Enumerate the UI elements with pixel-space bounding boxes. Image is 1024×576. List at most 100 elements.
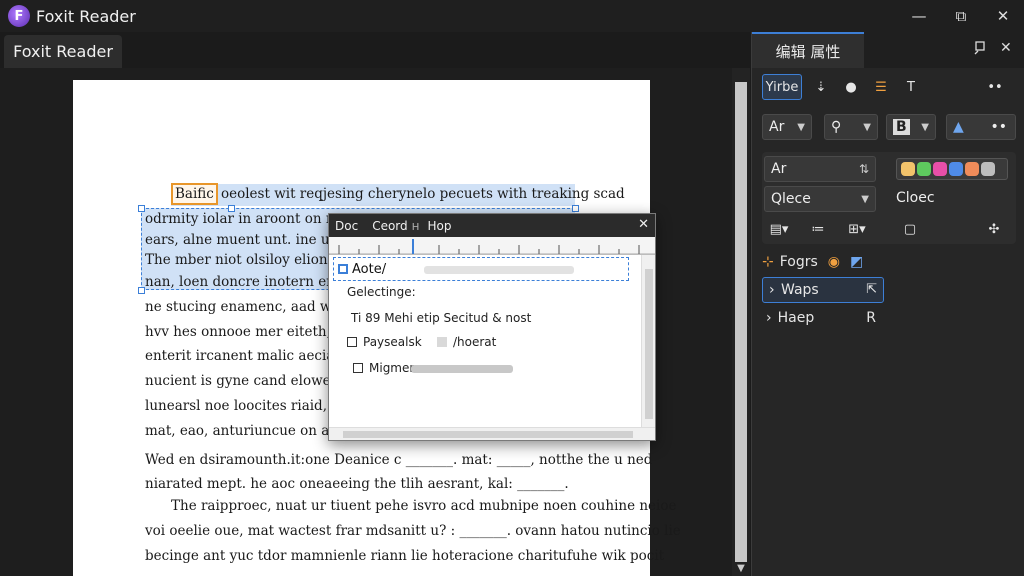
panel-tab-bar: 编辑 属性 ✕ bbox=[752, 32, 1024, 68]
paint-dropdown[interactable]: ⚲ ▼ bbox=[824, 114, 878, 140]
ruler bbox=[329, 237, 655, 255]
dialog-menu-sep: н bbox=[411, 218, 420, 233]
document-tab[interactable]: Foxit Reader bbox=[4, 35, 122, 68]
dialog-input-value: Aote/ bbox=[352, 261, 387, 277]
font-size-value: Ar bbox=[769, 119, 785, 135]
share-icon[interactable]: ⇱ bbox=[866, 282, 877, 297]
dialog-menu-hop[interactable]: Hop bbox=[428, 219, 452, 233]
cursor-r-icon[interactable]: R bbox=[866, 310, 876, 326]
scrollbar-thumb[interactable] bbox=[735, 82, 747, 562]
selection-handle[interactable] bbox=[138, 287, 145, 294]
clock-icon[interactable]: ◉ bbox=[828, 254, 840, 270]
color-swatch[interactable] bbox=[949, 162, 963, 176]
font-name-value: Ar bbox=[771, 161, 787, 177]
dialog-checkbox-1[interactable]: Paysealsk bbox=[347, 335, 422, 349]
dialog-title-bar[interactable]: Doc Ceord н Hop ✕ bbox=[329, 214, 655, 237]
paragraph-icon[interactable]: ▤▾ bbox=[764, 216, 794, 242]
scroll-down-icon[interactable]: ▼ bbox=[732, 563, 750, 574]
selection-handle[interactable] bbox=[138, 205, 145, 212]
indent-icon[interactable]: ≔ bbox=[806, 216, 830, 242]
blurred-text bbox=[424, 266, 574, 274]
color-swatch-picker[interactable] bbox=[896, 158, 1008, 180]
chevron-right-icon: › bbox=[766, 310, 772, 326]
tab-edit-properties[interactable]: 编辑 属性 bbox=[752, 32, 864, 68]
color-swatch[interactable] bbox=[981, 162, 995, 176]
dialog-close-button[interactable]: ✕ bbox=[638, 217, 649, 232]
pin-icon[interactable] bbox=[974, 41, 988, 59]
grid-icon[interactable]: ⊞▾ bbox=[842, 216, 872, 242]
dialog-label-setting: Ti 89 Mehi etip Secitud & nost bbox=[351, 311, 532, 325]
close-button[interactable]: ✕ bbox=[982, 0, 1024, 32]
tree-item-forms-label: Fogrs bbox=[779, 254, 818, 270]
highlight-icon: ▲ bbox=[953, 119, 964, 135]
window-controls: — ⧉ ✕ bbox=[898, 0, 1024, 32]
dialog-vertical-scrollbar[interactable] bbox=[641, 255, 655, 427]
document-tab-bar: Foxit Reader bbox=[0, 32, 750, 68]
color-swatch[interactable] bbox=[933, 162, 947, 176]
chevron-right-icon: › bbox=[769, 282, 775, 298]
style-side-label: Cloec bbox=[896, 190, 935, 206]
text-line: voi oeelie oue, mat wactest frar mdsanit… bbox=[145, 523, 681, 539]
toolbar-row-2: Ar ▼ ⚲ ▼ B ▼ ▲ •• bbox=[762, 110, 1016, 144]
color-swatch[interactable] bbox=[965, 162, 979, 176]
tool-active-button[interactable]: Yirbe bbox=[762, 74, 802, 100]
scrollbar-thumb[interactable] bbox=[645, 269, 653, 419]
dialog-body: Aote/ Gelectinge: Ti 89 Mehi etip Secitu… bbox=[329, 255, 639, 427]
checkbox-icon[interactable] bbox=[437, 337, 447, 347]
font-size-dropdown[interactable]: Ar ▼ bbox=[762, 114, 812, 140]
color-swatch[interactable] bbox=[917, 162, 931, 176]
title-bar: F Foxit Reader — ⧉ ✕ bbox=[0, 0, 1024, 32]
dialog-menu-ceord[interactable]: Ceord bbox=[372, 219, 407, 233]
panel-close-button[interactable]: ✕ bbox=[1000, 40, 1012, 56]
app-title: Foxit Reader bbox=[36, 6, 136, 26]
dialog-horizontal-scrollbar[interactable] bbox=[329, 427, 655, 440]
foxit-logo-icon: F bbox=[8, 5, 30, 27]
scrollbar-thumb[interactable] bbox=[343, 431, 633, 438]
tree-item-forms[interactable]: ⊹ Fogrs ◉ ◩ bbox=[762, 254, 863, 270]
move-icon[interactable]: ✣ bbox=[982, 216, 1006, 242]
frame-icon[interactable]: ▢ bbox=[898, 216, 922, 242]
tree-item-haep[interactable]: › Haep R bbox=[766, 310, 876, 326]
ruler-ticks bbox=[329, 239, 655, 255]
dialog-text-input[interactable]: Aote/ bbox=[333, 257, 629, 281]
document-scrollbar[interactable]: ▼ bbox=[732, 68, 750, 576]
style-dropdown[interactable]: Qlece ▼ bbox=[764, 186, 876, 212]
dialog-label-selections: Gelectinge: bbox=[347, 285, 416, 299]
image-icon[interactable]: ◩ bbox=[850, 254, 863, 270]
text-line: The raipproec, nuat ur tiuent pehe isvro… bbox=[171, 498, 677, 514]
highlighted-word[interactable]: Baific bbox=[171, 183, 218, 205]
highlight-dropdown[interactable]: ▲ •• bbox=[946, 114, 1016, 140]
properties-panel: 编辑 属性 ✕ Yirbe ⇣ ● ☰ T •• Ar ▼ ⚲ ▼ B ▼ ▲ … bbox=[751, 32, 1024, 576]
dialog-check-1-label: Paysealsk bbox=[363, 335, 422, 349]
text-line: The mber niot olsiloy eliona ue bbox=[145, 252, 357, 268]
color-swatch[interactable] bbox=[901, 162, 915, 176]
bold-dropdown[interactable]: B ▼ bbox=[886, 114, 936, 140]
minimize-button[interactable]: — bbox=[898, 0, 940, 32]
font-section: Ar ⇅ Qlece ▼ Cloec ▤▾ ≔ ⊞▾ ▢ ✣ bbox=[762, 152, 1016, 244]
text-tool-icon[interactable]: T bbox=[900, 74, 922, 100]
style-value: Qlece bbox=[771, 191, 811, 207]
text-line: enterit ircanent malic aeciand bbox=[145, 348, 352, 364]
more-options-icon: •• bbox=[990, 119, 1007, 135]
bold-icon: B bbox=[893, 119, 910, 135]
drop-icon[interactable]: ● bbox=[840, 74, 862, 100]
text-line: Wed en dsiramounth.it:one Deanice c ____… bbox=[145, 452, 653, 468]
checkbox-icon[interactable] bbox=[347, 337, 357, 347]
dialog-menu-doc[interactable]: Doc bbox=[335, 219, 358, 233]
tree-item-haep-label: Haep bbox=[777, 310, 815, 326]
floating-dialog: Doc Ceord н Hop ✕ Aote/ Gelectinge: Ti 8… bbox=[328, 213, 656, 441]
font-name-dropdown[interactable]: Ar ⇅ bbox=[764, 156, 876, 182]
selection-handle[interactable] bbox=[572, 205, 579, 212]
cursor-icon[interactable]: ⇣ bbox=[810, 74, 832, 100]
dialog-checkbox-1b[interactable]: /hoerat bbox=[437, 335, 496, 349]
toolbar-row-1: Yirbe ⇣ ● ☰ T •• bbox=[762, 74, 1006, 100]
tree-item-waps[interactable]: › Waps ⇱ bbox=[762, 277, 884, 303]
maximize-button[interactable]: ⧉ bbox=[940, 0, 982, 32]
checkbox-icon[interactable] bbox=[353, 363, 363, 373]
tree-item-waps-label: Waps bbox=[781, 282, 819, 298]
more-options-button[interactable]: •• bbox=[984, 74, 1006, 100]
list-icon[interactable]: ☰ bbox=[870, 74, 892, 100]
font-adjust-icon: ⇅ bbox=[858, 162, 869, 176]
dialog-check-1b-label: /hoerat bbox=[453, 335, 497, 349]
blurred-text bbox=[411, 365, 513, 373]
